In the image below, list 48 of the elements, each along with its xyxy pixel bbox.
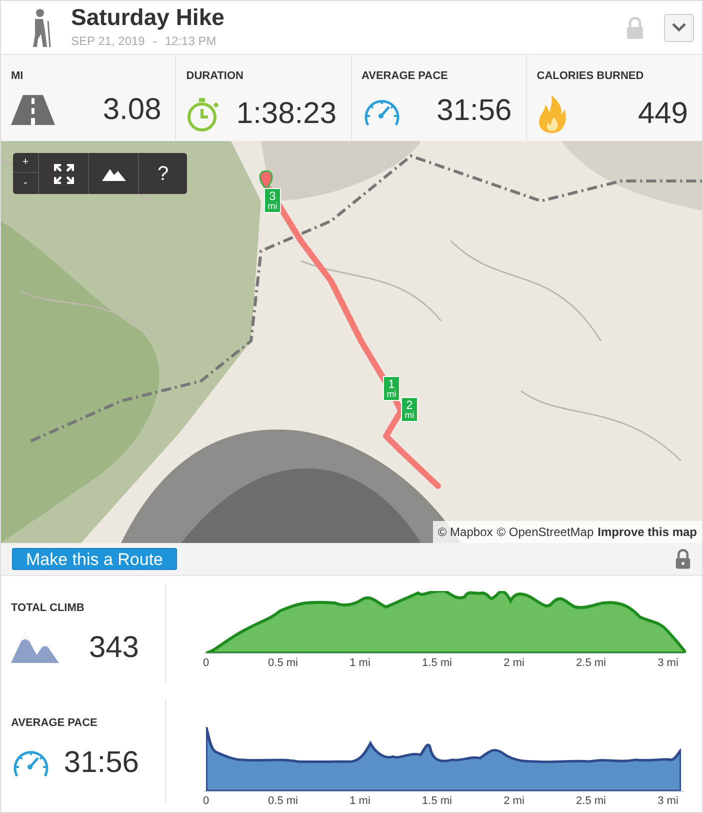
expand-icon	[54, 164, 74, 184]
stat-value: 3.08	[102, 94, 162, 124]
axis-label: 1 mi	[350, 656, 370, 671]
axis-label: 0	[202, 794, 210, 809]
openstreetmap-link[interactable]: © OpenStreetMap	[496, 523, 594, 541]
stat-label: AVERAGE PACE	[362, 69, 449, 84]
mountains-icon	[11, 631, 59, 663]
axis-label: 2 mi	[504, 656, 524, 671]
axis-label: 0	[202, 656, 210, 671]
axis-label: 1.5 mi	[422, 794, 452, 809]
improve-map-link[interactable]: Improve this map	[598, 523, 697, 541]
axis-label: 0.5 mi	[268, 656, 298, 671]
axis-label: 3 mi	[658, 656, 678, 671]
chart-value: 343	[88, 630, 139, 666]
axis-label: 2.5 mi	[576, 794, 606, 809]
mile-marker: 3 mi	[264, 188, 281, 213]
lock-icon	[675, 549, 691, 569]
mapbox-link[interactable]: © Mapbox	[438, 523, 493, 541]
zoom-in-button[interactable]: +	[13, 153, 38, 173]
mile-marker: 2 mi	[401, 397, 418, 422]
stat-label: CALORIES BURNED	[536, 69, 645, 84]
mountain-icon	[102, 166, 126, 180]
mile-marker: 1 mi	[383, 376, 400, 401]
chart-label: TOTAL CLIMB	[11, 601, 86, 616]
separator: -	[152, 32, 157, 50]
axis-label: 3 mi	[658, 794, 678, 809]
dropdown-button[interactable]	[664, 14, 694, 42]
axis-label: 2 mi	[504, 794, 524, 809]
axis-label: 1 mi	[350, 794, 370, 809]
flame-icon	[536, 94, 567, 132]
stat-value: 449	[638, 98, 688, 128]
help-button[interactable]: ?	[139, 153, 187, 194]
stat-label: MI	[11, 69, 24, 84]
axis-label: 2.5 mi	[576, 656, 606, 671]
stat-value: 31:56	[436, 96, 512, 126]
activity-date: SEP 21, 2019	[71, 32, 145, 50]
axis-label: 1.5 mi	[422, 656, 452, 671]
activity-time: 12:13 PM	[164, 32, 216, 50]
activity-title: Saturday Hike	[71, 6, 224, 28]
zoom-out-button[interactable]: -	[13, 173, 38, 193]
lock-icon	[626, 16, 644, 38]
road-icon	[11, 94, 55, 124]
chevron-down-icon	[672, 23, 686, 32]
chart-value: 31:56	[64, 744, 139, 780]
chart-label: AVERAGE PACE	[11, 716, 98, 731]
stat-value: 1:38:23	[236, 98, 336, 128]
stat-label: DURATION	[186, 69, 244, 84]
axis-label: 0.5 mi	[268, 794, 298, 809]
